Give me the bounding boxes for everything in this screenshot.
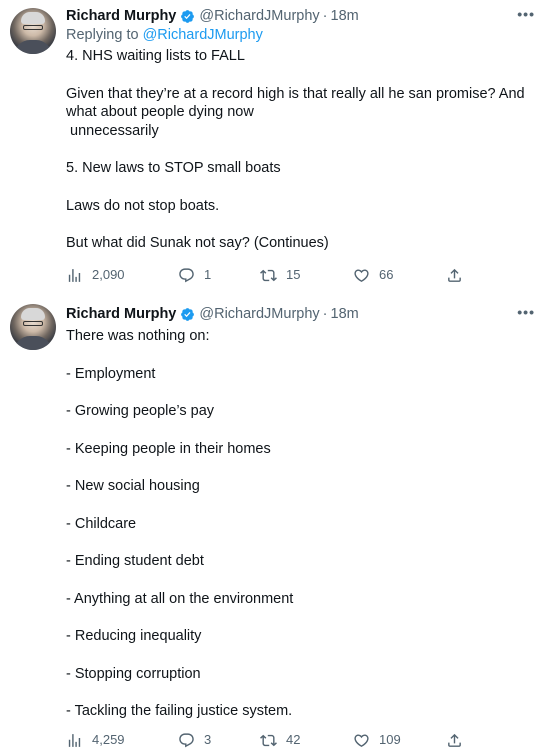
tweet-actions: 4,259 3 42 109	[66, 730, 476, 749]
views-count: 2,090	[92, 267, 125, 282]
reply-button[interactable]: 1	[178, 265, 211, 285]
timestamp[interactable]: 18m	[331, 8, 359, 24]
views-count: 4,259	[92, 732, 125, 747]
like-icon	[354, 268, 369, 282]
reply-button[interactable]: 3	[178, 730, 211, 749]
author-display-name[interactable]: Richard Murphy	[66, 8, 176, 24]
list-item: - Keeping people in their homes	[66, 440, 271, 457]
list-item: - Reducing inequality	[66, 628, 202, 644]
tweet-paragraph: There was nothing on:	[66, 328, 210, 344]
tweet-paragraph: 4. NHS waiting lists to FALL	[66, 48, 245, 64]
list-item: - Stopping corruption	[66, 665, 201, 682]
retweet-count: 42	[286, 732, 301, 747]
list-item: - Childcare	[66, 515, 137, 532]
reply-icon	[179, 267, 194, 282]
retweet-button[interactable]: 15	[260, 265, 300, 285]
author-handle[interactable]: @RichardJMurphy	[199, 8, 319, 24]
share-icon	[448, 268, 461, 282]
tweet-header: Richard Murphy @RichardJMurphy · 18m	[66, 6, 359, 26]
like-button[interactable]: 66	[353, 265, 393, 285]
replying-to: Replying to @RichardJMurphy	[66, 27, 263, 43]
list-item: - New social housing	[66, 478, 200, 494]
author-display-name[interactable]: Richard Murphy	[66, 306, 176, 322]
list-item: - Employment	[66, 365, 156, 382]
avatar[interactable]	[10, 304, 56, 350]
share-button[interactable]	[446, 265, 472, 285]
replying-to-label: Replying to	[66, 27, 139, 43]
tweet-paragraph: 5. New laws to STOP small boats	[66, 160, 281, 176]
views-icon	[68, 268, 81, 282]
reply-icon	[179, 732, 194, 747]
tweet-paragraph: Laws do not stop boats.	[66, 197, 220, 214]
like-icon	[354, 733, 369, 747]
reply-count: 1	[204, 267, 212, 282]
verified-badge-icon	[181, 307, 195, 321]
list-item: - Growing people’s pay	[66, 403, 215, 419]
retweet-button[interactable]: 42	[260, 730, 300, 749]
views-icon	[68, 733, 81, 747]
retweet-count: 15	[286, 267, 301, 282]
tweet-actions: 2,090 1 15 66	[66, 265, 476, 285]
timestamp[interactable]: 18m	[331, 306, 359, 322]
like-count: 109	[379, 732, 401, 747]
retweet-icon	[260, 269, 277, 281]
like-count: 66	[379, 267, 394, 282]
more-options-icon[interactable]: •••	[517, 304, 535, 320]
list-item: - Ending student debt	[66, 553, 204, 569]
tweet[interactable]: Richard Murphy @RichardJMurphy · 18m •••…	[0, 296, 550, 749]
share-button[interactable]	[446, 730, 472, 749]
more-options-icon[interactable]: •••	[517, 6, 535, 22]
share-icon	[448, 733, 461, 747]
reply-count: 3	[204, 732, 212, 747]
tweet-text: 4. NHS waiting lists to FALL Given that …	[66, 47, 536, 253]
views-button[interactable]: 2,090	[66, 265, 125, 285]
like-button[interactable]: 109	[353, 730, 401, 749]
tweet[interactable]: Richard Murphy @RichardJMurphy · 18m •••…	[0, 0, 550, 292]
list-item: - Tackling the failing justice system.	[66, 703, 293, 719]
avatar[interactable]	[10, 8, 56, 54]
views-button[interactable]: 4,259	[66, 730, 125, 749]
retweet-icon	[260, 734, 277, 746]
replying-to-handle-link[interactable]: @RichardJMurphy	[143, 27, 263, 43]
tweet-header: Richard Murphy @RichardJMurphy · 18m	[66, 304, 359, 324]
list-item: - Anything at all on the environment	[66, 590, 294, 607]
author-handle[interactable]: @RichardJMurphy	[199, 306, 319, 322]
tweet-text: There was nothing on: - Employment - Gro…	[66, 327, 536, 721]
verified-badge-icon	[181, 9, 195, 23]
tweet-paragraph: Given that they’re at a record high is t…	[66, 85, 525, 139]
separator-dot: ·	[322, 306, 328, 322]
tweet-paragraph: But what did Sunak not say? (Continues)	[66, 235, 329, 251]
separator-dot: ·	[322, 8, 328, 24]
